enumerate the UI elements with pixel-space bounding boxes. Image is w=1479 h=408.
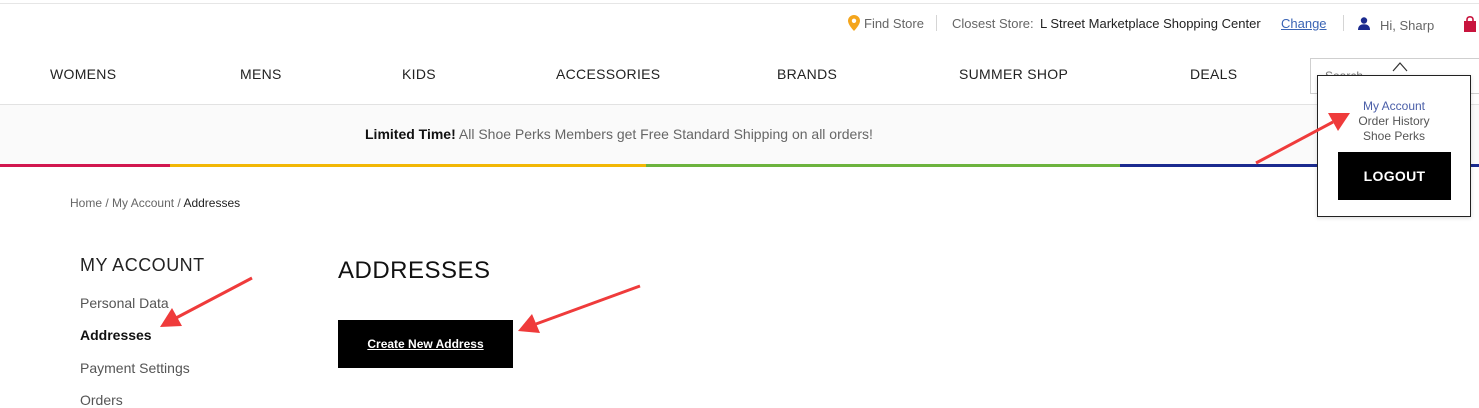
sidebar-item-payment-settings[interactable]: Payment Settings: [80, 360, 190, 376]
sidebar-item-addresses[interactable]: Addresses: [80, 327, 152, 343]
sidebar-title: MY ACCOUNT: [80, 255, 205, 275]
shopping-bag-icon[interactable]: [1463, 16, 1477, 32]
logout-button[interactable]: LOGOUT: [1338, 152, 1451, 200]
map-pin-icon: [848, 15, 860, 31]
page-title: ADDRESSES: [338, 257, 491, 284]
breadcrumb-separator: /: [177, 196, 181, 210]
find-store-link[interactable]: Find Store: [864, 16, 924, 32]
breadcrumb-separator: /: [105, 196, 109, 210]
sidebar-item-orders[interactable]: Orders: [80, 392, 123, 408]
annotation-arrow: [518, 284, 641, 333]
annotation-arrow: [160, 276, 253, 327]
user-icon[interactable]: [1358, 17, 1370, 30]
divider: [1343, 15, 1344, 31]
color-stripe-segment: [646, 164, 1120, 167]
nav-womens[interactable]: WOMENS: [50, 66, 116, 82]
breadcrumb: Home / My Account / Addresses: [70, 196, 240, 210]
closest-store-name: L Street Marketplace Shopping Center: [1040, 16, 1261, 31]
sidebar-item-personal-data[interactable]: Personal Data: [80, 295, 169, 311]
nav-accessories[interactable]: ACCESSORIES: [556, 66, 660, 82]
breadcrumb-my-account[interactable]: My Account: [112, 196, 174, 210]
nav-kids[interactable]: KIDS: [402, 66, 436, 82]
promo-text: All Shoe Perks Members get Free Standard…: [458, 126, 873, 142]
user-greeting[interactable]: Hi, Sharp: [1380, 18, 1434, 34]
breadcrumb-home[interactable]: Home: [70, 196, 102, 210]
color-stripe-segment: [170, 164, 646, 167]
nav-summer-shop[interactable]: SUMMER SHOP: [959, 66, 1068, 82]
dropdown-shoe-perks[interactable]: Shoe Perks: [1317, 129, 1471, 143]
closest-store-label: Closest Store:: [952, 16, 1034, 31]
nav-brands[interactable]: BRANDS: [777, 66, 837, 82]
color-stripe-segment: [0, 164, 170, 167]
nav-deals[interactable]: DEALS: [1190, 66, 1237, 82]
breadcrumb-current: Addresses: [183, 196, 241, 210]
promo-message: Limited Time! All Shoe Perks Members get…: [365, 126, 873, 142]
promo-highlight: Limited Time!: [365, 126, 456, 142]
nav-mens[interactable]: MENS: [240, 66, 282, 82]
divider: [936, 15, 937, 31]
caret-up-icon: [1392, 62, 1408, 72]
change-store-link[interactable]: Change: [1281, 16, 1327, 32]
create-new-address-button[interactable]: Create New Address: [338, 320, 513, 368]
top-border: [0, 3, 1479, 4]
dropdown-order-history[interactable]: Order History: [1317, 114, 1471, 128]
dropdown-my-account[interactable]: My Account: [1317, 99, 1471, 113]
